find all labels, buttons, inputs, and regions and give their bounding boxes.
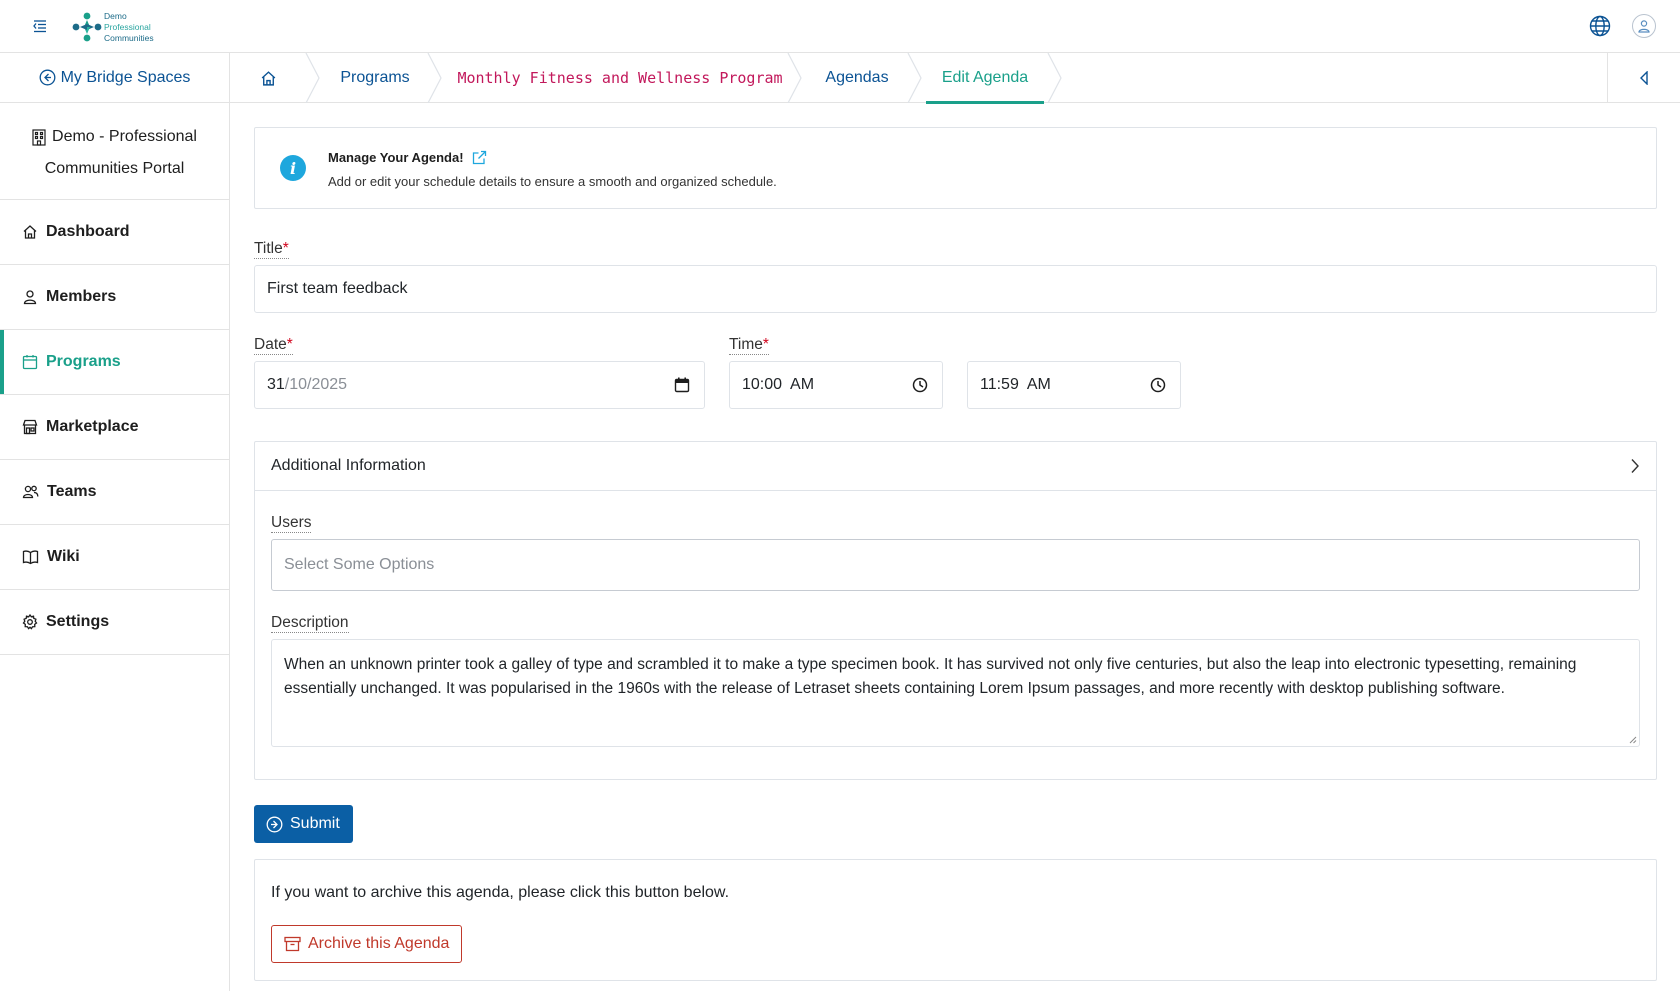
sidebar-item-settings[interactable]: Settings <box>0 590 229 655</box>
sidebar: My Bridge Spaces Demo - Professional Com… <box>0 53 230 991</box>
user-icon[interactable] <box>1632 14 1656 38</box>
org-name-line1: Demo - Professional <box>52 128 197 145</box>
person-icon <box>23 290 37 305</box>
additional-information-toggle[interactable]: Additional Information <box>255 442 1656 491</box>
archive-section: If you want to archive this agenda, plea… <box>254 859 1657 981</box>
sidebar-item-label: Teams <box>47 483 97 500</box>
book-icon <box>22 550 39 565</box>
breadcrumb-separator-icon <box>305 53 320 103</box>
sidebar-item-label: Wiki <box>47 548 80 565</box>
users-label: Users <box>271 514 312 533</box>
end-time-value: 11:59 AM <box>980 376 1051 393</box>
sidebar-item-wiki[interactable]: Wiki <box>0 525 229 590</box>
sidebar-item-marketplace[interactable]: Marketplace <box>0 395 229 460</box>
main-content: i Manage Your Agenda! Add or edit your s… <box>254 127 1657 981</box>
people-icon <box>22 485 39 499</box>
submit-button[interactable]: Submit <box>254 805 353 843</box>
additional-information-label: Additional Information <box>271 457 426 474</box>
info-icon: i <box>280 155 306 181</box>
description-label: Description <box>271 614 349 633</box>
breadcrumb-edit-agenda[interactable]: Edit Agenda <box>926 53 1044 104</box>
gear-icon <box>22 614 38 630</box>
breadcrumb-separator-icon <box>1047 53 1062 103</box>
resize-handle-icon[interactable] <box>1628 735 1637 744</box>
building-icon <box>32 128 46 146</box>
clock-icon[interactable] <box>912 377 928 393</box>
archive-agenda-button[interactable]: Archive this Agenda <box>271 925 462 963</box>
start-time-value: 10:00 AM <box>742 376 815 393</box>
date-input[interactable]: 31/10/2025 <box>254 361 705 409</box>
sidebar-item-dashboard[interactable]: Dashboard <box>0 200 229 265</box>
info-banner: i Manage Your Agenda! Add or edit your s… <box>254 127 1657 209</box>
logo-text: Demo Professional Communities <box>104 11 154 43</box>
org-name-line2: Communities Portal <box>44 160 185 177</box>
organization-name[interactable]: Demo - Professional Communities Portal <box>0 103 229 200</box>
breadcrumb-programs[interactable]: Programs <box>326 53 424 103</box>
sidebar-item-label: Marketplace <box>46 418 139 435</box>
my-bridge-spaces-link[interactable]: My Bridge Spaces <box>0 53 229 103</box>
title-label: Title* <box>254 240 289 259</box>
sidebar-item-label: Programs <box>46 353 121 370</box>
chevron-right-icon <box>1631 459 1639 473</box>
end-time-input[interactable]: 11:59 AM <box>967 361 1181 409</box>
breadcrumb-separator-icon <box>907 53 922 103</box>
breadcrumb: Programs Monthly Fitness and Wellness Pr… <box>230 53 1680 104</box>
users-select[interactable]: Select Some Options <box>271 539 1640 591</box>
archive-box-icon <box>284 936 301 952</box>
sidebar-item-programs[interactable]: Programs <box>0 330 229 395</box>
users-select-placeholder: Select Some Options <box>284 556 435 573</box>
info-subtitle: Add or edit your schedule details to ens… <box>328 174 777 189</box>
sidebar-item-teams[interactable]: Teams <box>0 460 229 525</box>
home-icon <box>23 225 37 239</box>
archive-button-label: Archive this Agenda <box>308 935 450 952</box>
sidebar-item-label: Settings <box>46 613 110 630</box>
menu-toggle-icon[interactable] <box>30 16 50 36</box>
info-title: Manage Your Agenda! <box>328 150 464 165</box>
external-link-icon[interactable] <box>472 150 487 165</box>
breadcrumb-program-name[interactable]: Monthly Fitness and Wellness Program <box>450 53 790 103</box>
time-label: Time* <box>729 336 769 355</box>
breadcrumb-home[interactable] <box>230 53 306 103</box>
home-icon <box>261 70 275 86</box>
description-textarea[interactable]: When an unknown printer took a galley of… <box>271 639 1640 747</box>
additional-information-panel: Additional Information Users Select Some… <box>254 441 1657 780</box>
sidebar-item-label: Members <box>46 288 117 305</box>
description-value: When an unknown printer took a galley of… <box>284 656 1577 697</box>
date-input-day: 31 <box>267 376 285 393</box>
logo[interactable]: Demo Professional Communities <box>70 9 160 45</box>
sidebar-item-members[interactable]: Members <box>0 265 229 330</box>
store-icon <box>22 419 38 435</box>
sidebar-item-label: Dashboard <box>46 223 130 240</box>
breadcrumb-separator-icon <box>787 53 802 103</box>
top-bar: Demo Professional Communities <box>0 0 1680 53</box>
calendar-picker-icon[interactable] <box>674 377 690 393</box>
date-label: Date* <box>254 336 293 355</box>
submit-label: Submit <box>290 815 340 832</box>
clock-icon[interactable] <box>1150 377 1166 393</box>
caret-left-icon <box>1640 71 1648 85</box>
collapse-panel-button[interactable] <box>1607 53 1680 103</box>
breadcrumb-agendas[interactable]: Agendas <box>808 53 906 103</box>
start-time-input[interactable]: 10:00 AM <box>729 361 943 409</box>
my-bridge-spaces-label: My Bridge Spaces <box>60 68 191 86</box>
breadcrumb-separator-icon <box>427 53 442 103</box>
back-circle-icon <box>39 69 56 86</box>
globe-icon[interactable] <box>1588 14 1612 38</box>
title-input[interactable]: First team feedback <box>254 265 1657 313</box>
calendar-icon <box>22 355 38 370</box>
title-input-value: First team feedback <box>267 280 408 297</box>
arrow-right-circle-icon <box>266 816 283 832</box>
archive-text: If you want to archive this agenda, plea… <box>271 884 730 901</box>
date-input-rest: /10/2025 <box>284 376 348 393</box>
